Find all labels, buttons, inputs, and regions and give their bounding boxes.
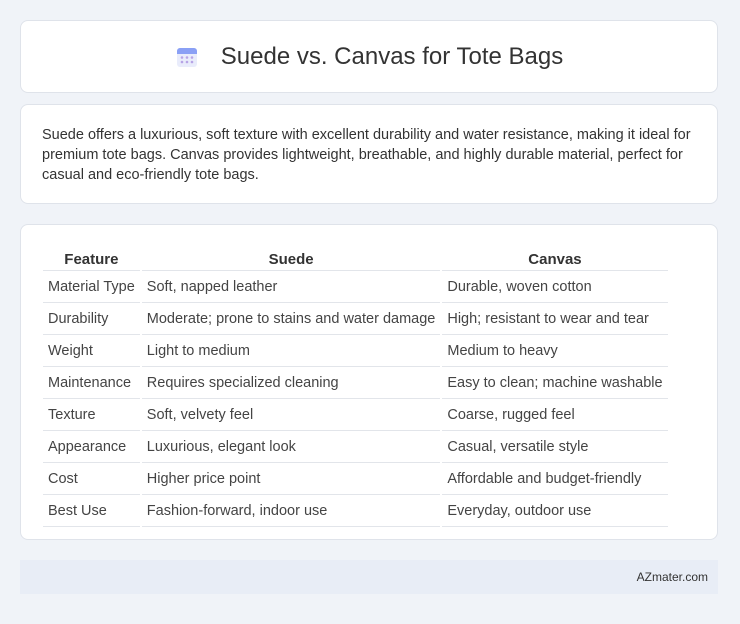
table-header-row: Feature Suede Canvas [43, 248, 668, 271]
suede-cell: Luxurious, elegant look [141, 433, 441, 463]
feature-cell: Maintenance [43, 369, 140, 399]
footer-bar: AZmater.com [20, 560, 718, 594]
table-row: Cost Higher price point Affordable and b… [43, 465, 668, 495]
suede-cell: Fashion-forward, indoor use [141, 497, 441, 527]
table-row: Appearance Luxurious, elegant look Casua… [43, 433, 668, 463]
feature-cell: Weight [43, 337, 140, 367]
canvas-cell: Medium to heavy [442, 337, 668, 367]
header-suede: Suede [141, 248, 441, 271]
suede-cell: Moderate; prone to stains and water dama… [141, 305, 441, 335]
suede-cell: Light to medium [141, 337, 441, 367]
feature-cell: Material Type [43, 273, 140, 303]
header-canvas: Canvas [442, 248, 668, 271]
table-row: Material Type Soft, napped leather Durab… [43, 273, 668, 303]
comparison-table: Feature Suede Canvas Material Type Soft,… [41, 246, 670, 529]
feature-cell: Texture [43, 401, 140, 431]
suede-cell: Soft, velvety feel [141, 401, 441, 431]
comparison-card: Feature Suede Canvas Material Type Soft,… [20, 224, 718, 540]
canvas-cell: High; resistant to wear and tear [442, 305, 668, 335]
table-row: Best Use Fashion-forward, indoor use Eve… [43, 497, 668, 527]
suede-cell: Requires specialized cleaning [141, 369, 441, 399]
table-row: Texture Soft, velvety feel Coarse, rugge… [43, 401, 668, 431]
page-title: Suede vs. Canvas for Tote Bags [220, 42, 564, 70]
header-card: Suede vs. Canvas for Tote Bags [20, 20, 718, 93]
suede-cell: Soft, napped leather [141, 273, 441, 303]
intro-card: Suede offers a luxurious, soft texture w… [20, 104, 718, 204]
canvas-cell: Affordable and budget-friendly [442, 465, 668, 495]
table-row: Maintenance Requires specialized cleanin… [43, 369, 668, 399]
canvas-cell: Everyday, outdoor use [442, 497, 668, 527]
suede-cell: Higher price point [141, 465, 441, 495]
canvas-cell: Casual, versatile style [442, 433, 668, 463]
canvas-cell: Coarse, rugged feel [442, 401, 668, 431]
feature-cell: Appearance [43, 433, 140, 463]
header-feature: Feature [43, 248, 140, 271]
title-wrap: Suede vs. Canvas for Tote Bags [175, 43, 563, 71]
canvas-cell: Easy to clean; machine washable [442, 369, 668, 399]
table-row: Weight Light to medium Medium to heavy [43, 337, 668, 367]
feature-cell: Durability [43, 305, 140, 335]
feature-cell: Best Use [43, 497, 140, 527]
calendar-icon [175, 45, 199, 69]
footer-site-link[interactable]: AZmater.com [637, 570, 708, 584]
intro-text: Suede offers a luxurious, soft texture w… [42, 127, 691, 183]
feature-cell: Cost [43, 465, 140, 495]
canvas-cell: Durable, woven cotton [442, 273, 668, 303]
table-row: Durability Moderate; prone to stains and… [43, 305, 668, 335]
